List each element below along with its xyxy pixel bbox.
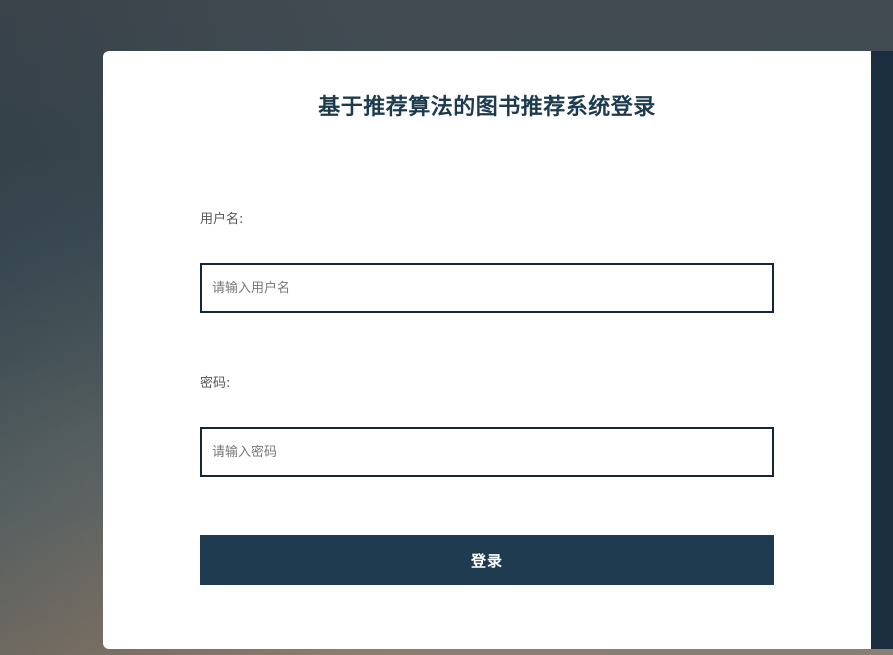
username-label: 用户名: [200, 212, 244, 227]
password-label: 密码: [200, 376, 231, 391]
page-title: 基于推荐算法的图书推荐系统登录 [318, 95, 656, 120]
login-card: 基于推荐算法的图书推荐系统登录 用户名: 密码: 登录 [103, 51, 871, 649]
password-input[interactable] [200, 427, 774, 477]
login-button[interactable]: 登录 [200, 535, 774, 585]
side-panel-edge [871, 51, 893, 649]
username-input[interactable] [200, 263, 774, 313]
